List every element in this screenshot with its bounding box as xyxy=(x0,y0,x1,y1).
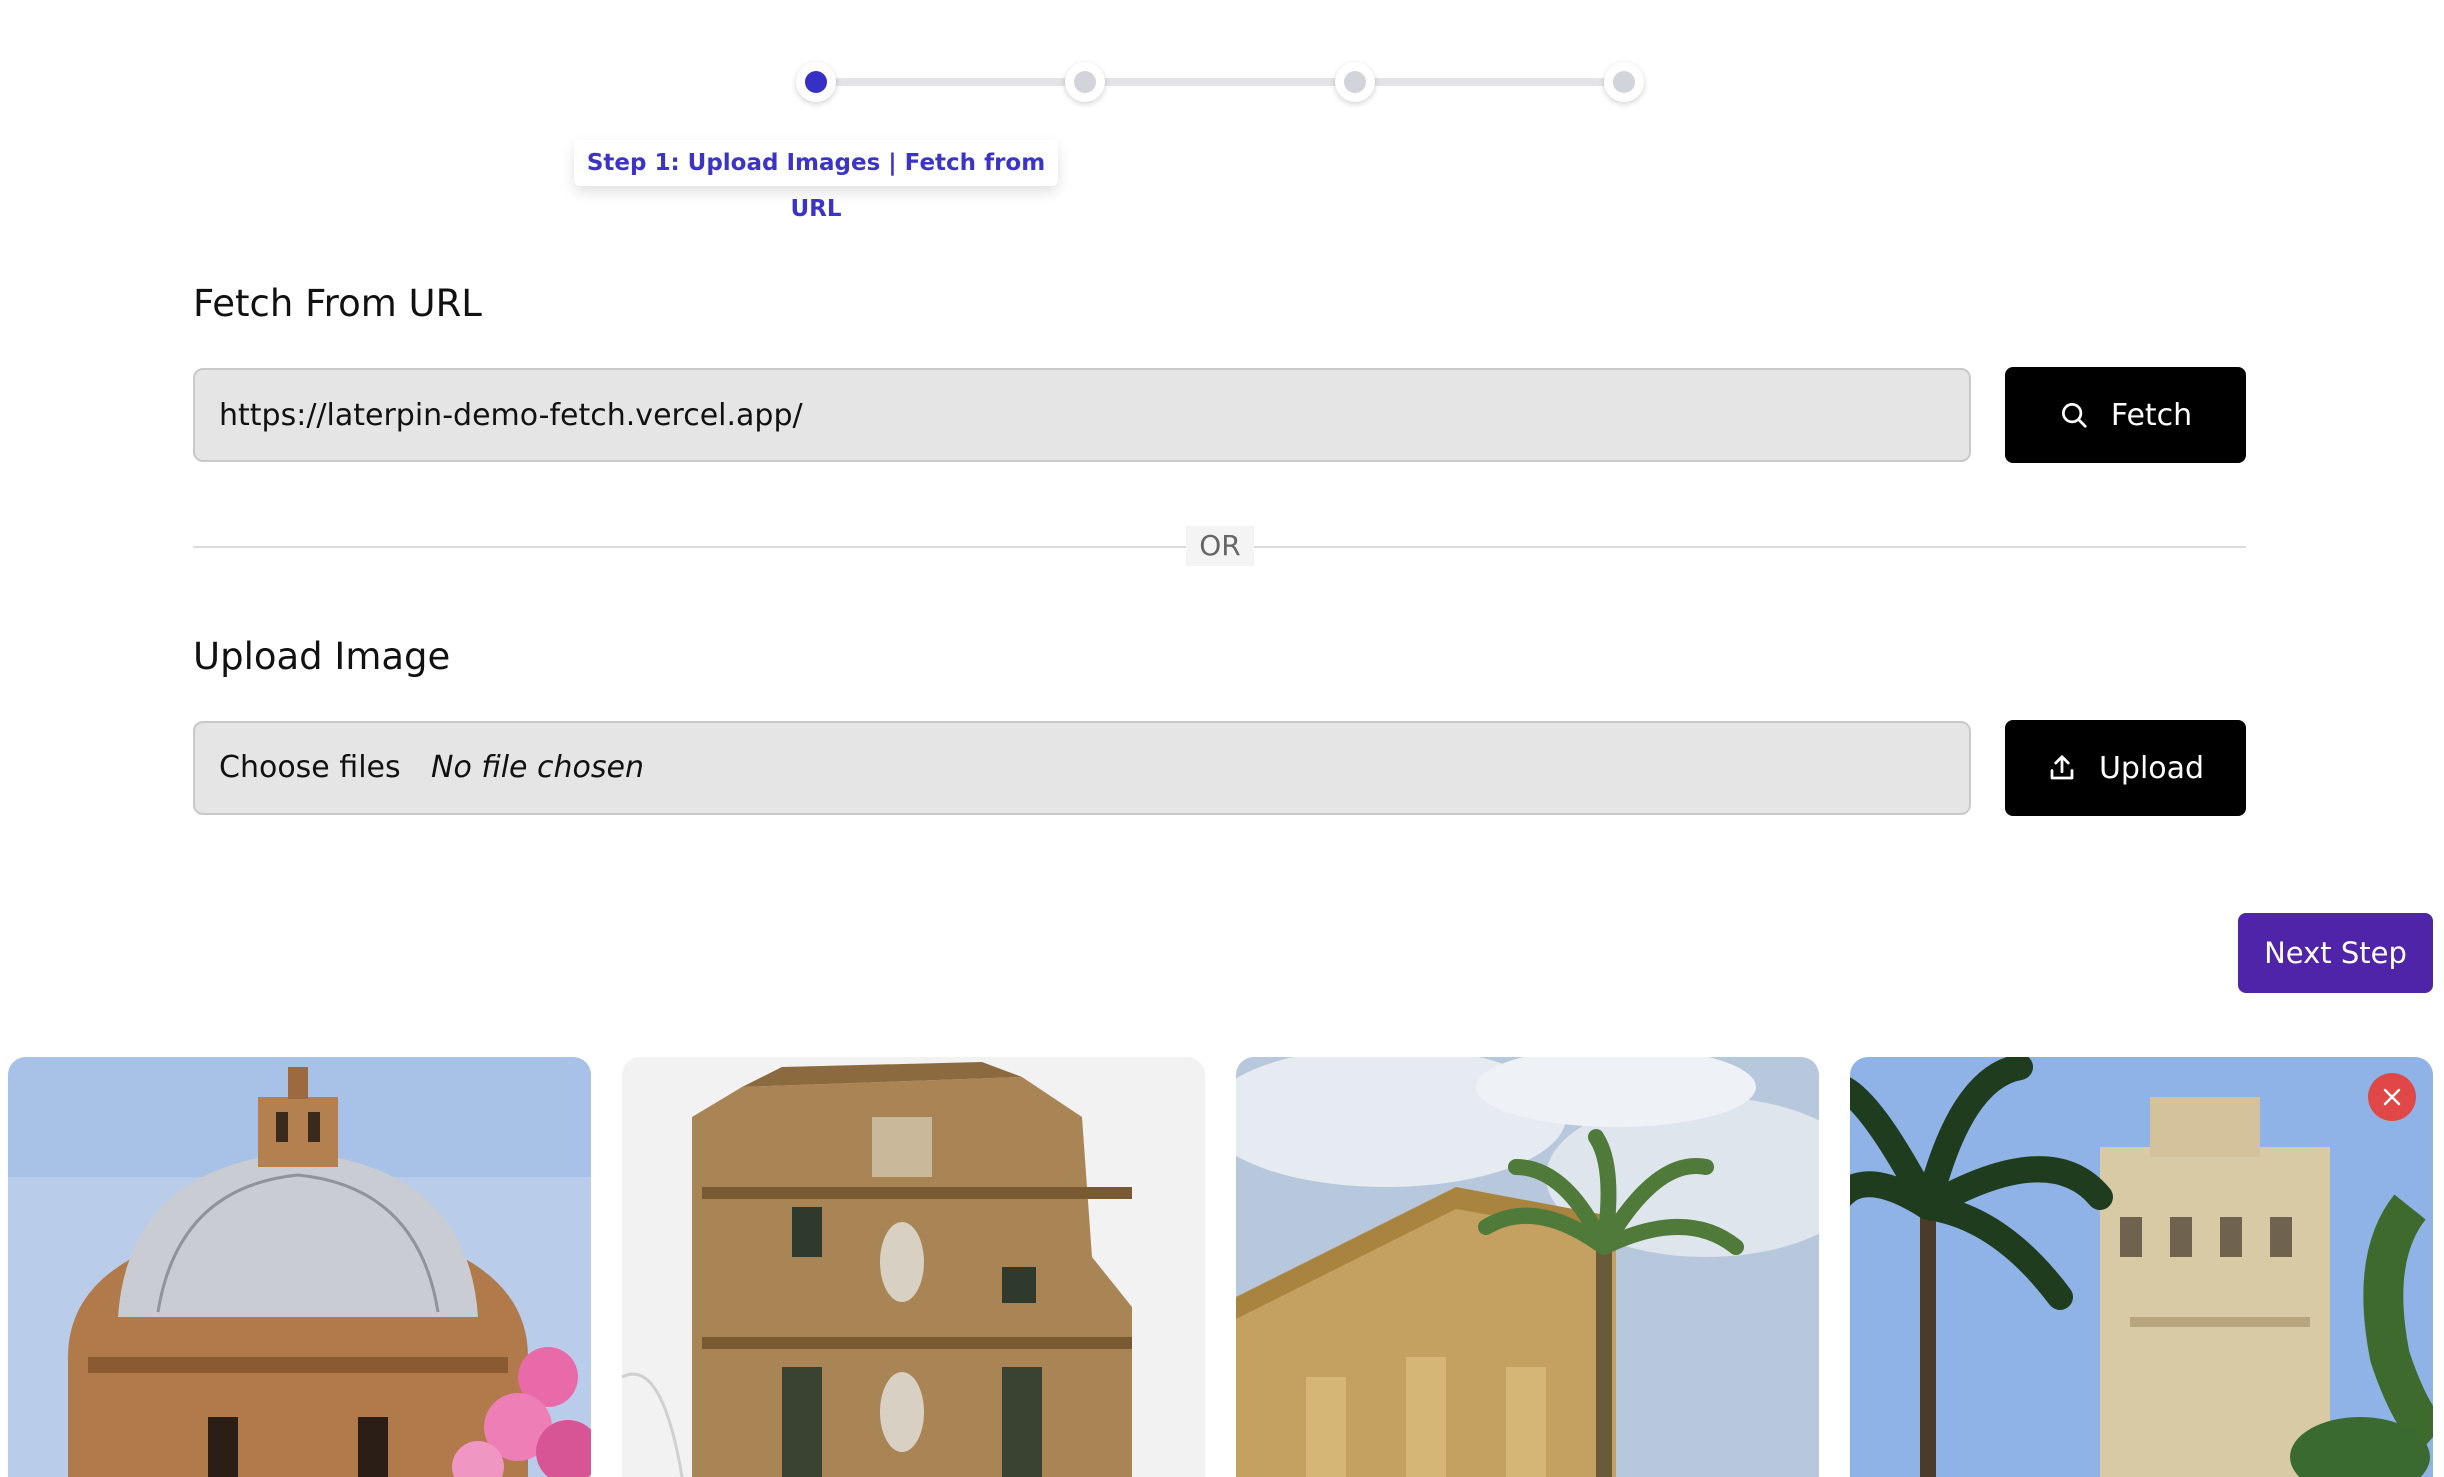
church-facade-image xyxy=(622,1057,1205,1477)
url-field-container xyxy=(193,368,1971,462)
upload-section-title: Upload Image xyxy=(193,635,451,678)
close-icon xyxy=(2383,1088,2401,1106)
fetch-section-title: Fetch From URL xyxy=(193,282,482,325)
step-connector xyxy=(1370,78,1610,86)
or-divider-label: OR xyxy=(1186,526,1254,566)
progress-stepper: Step 1: Upload Images | Fetch from URL xyxy=(0,0,2444,222)
file-input[interactable]: Choose files No file chosen xyxy=(193,721,1971,815)
image-card-3[interactable] xyxy=(1236,1057,1819,1477)
remove-image-button[interactable] xyxy=(2368,1073,2416,1121)
image-card-4[interactable] xyxy=(1850,1057,2433,1477)
upload-button-label: Upload xyxy=(2098,750,2205,786)
fetch-button[interactable]: Fetch xyxy=(2005,367,2246,463)
fetch-button-label: Fetch xyxy=(2110,397,2193,433)
upload-icon xyxy=(2050,755,2074,780)
step-3-dot[interactable] xyxy=(1335,62,1375,102)
next-step-button[interactable]: Next Step xyxy=(2238,913,2433,993)
current-step-label: Step 1: Upload Images | Fetch from URL xyxy=(574,140,1058,222)
step-1-dot[interactable] xyxy=(796,62,836,102)
cathedral-image xyxy=(8,1057,591,1477)
step-connector xyxy=(830,78,1070,86)
step-4-dot[interactable] xyxy=(1604,62,1644,102)
url-input[interactable] xyxy=(195,370,1969,460)
step-2-dot[interactable] xyxy=(1065,62,1105,102)
search-icon xyxy=(2061,403,2087,428)
palace-image xyxy=(1850,1057,2433,1477)
step-connector xyxy=(1100,78,1340,86)
upload-button[interactable]: Upload xyxy=(2005,720,2246,816)
image-card-2[interactable] xyxy=(622,1057,1205,1477)
theatre-image xyxy=(1236,1057,1819,1477)
choose-files-button[interactable]: Choose files xyxy=(219,723,401,813)
image-card-1[interactable] xyxy=(8,1057,591,1477)
file-status-text: No file chosen xyxy=(431,750,645,785)
